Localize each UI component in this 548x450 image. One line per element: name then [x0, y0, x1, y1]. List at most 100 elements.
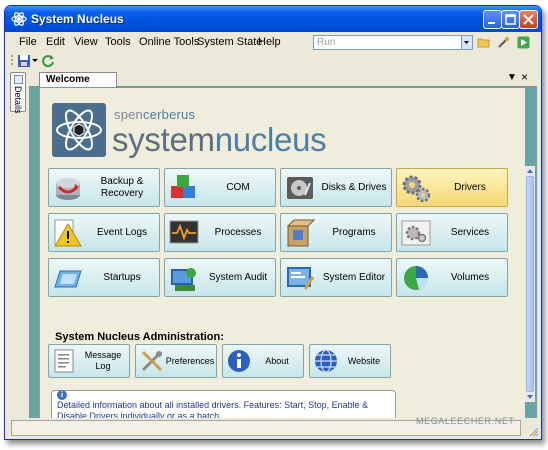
- disks-drives-label: Disks & Drives: [321, 181, 387, 193]
- system-nucleus-logo-icon: [52, 103, 106, 157]
- resize-grip-icon[interactable]: [529, 427, 539, 437]
- app-atom-icon: [11, 12, 27, 26]
- disks-drives-button[interactable]: Disks & Drives: [280, 168, 392, 207]
- menu-tools[interactable]: Tools: [105, 36, 131, 48]
- preferences-tools-icon: [141, 350, 163, 372]
- info-icon: [228, 350, 250, 372]
- run-dropdown-button[interactable]: [461, 36, 472, 49]
- drivers-button[interactable]: Drivers: [396, 168, 508, 207]
- menu-help[interactable]: Help: [258, 36, 281, 48]
- details-side-panel: Details: [9, 70, 29, 420]
- tab-close-button[interactable]: ×: [521, 70, 528, 84]
- startups-button[interactable]: Startups: [48, 258, 160, 297]
- brand-systemnucleus: systemnucleus: [112, 121, 327, 159]
- menu-system-state[interactable]: System State: [197, 36, 262, 48]
- toolbar: [5, 52, 541, 70]
- run-input[interactable]: Run: [313, 35, 473, 50]
- info-badge-icon: i: [57, 390, 67, 400]
- minimize-icon: [488, 22, 495, 24]
- tab-strip: Welcome Center ▼ ×: [29, 70, 537, 98]
- preferences-button[interactable]: Preferences: [135, 344, 217, 378]
- folder-icon[interactable]: [477, 36, 490, 49]
- event-logs-label: Event Logs: [96, 226, 148, 238]
- com-label: COM: [226, 181, 250, 193]
- drivers-label: Drivers: [454, 181, 486, 193]
- tab-list-dropdown[interactable]: ▼: [507, 72, 517, 83]
- warning-icon: [54, 219, 82, 247]
- tab-welcome-center[interactable]: Welcome Center: [39, 72, 117, 98]
- maximize-button[interactable]: [501, 10, 520, 29]
- chevron-up-icon: [527, 169, 533, 173]
- minimize-button[interactable]: [483, 10, 502, 29]
- system-editor-label: System Editor: [322, 271, 386, 283]
- app-window: System Nucleus File Edit View Tools Onli…: [4, 5, 542, 440]
- save-dropdown-icon[interactable]: [32, 58, 38, 64]
- message-log-label: Message Log: [84, 350, 122, 371]
- details-tab-label: Details: [13, 86, 23, 114]
- maximize-icon: [505, 14, 516, 25]
- refresh-icon[interactable]: [41, 54, 55, 68]
- save-icon[interactable]: [17, 54, 31, 68]
- admin-section-title: System Nucleus Administration:: [55, 331, 224, 343]
- programs-label: Programs: [332, 226, 376, 238]
- system-editor-icon: [287, 267, 315, 290]
- scroll-up-button[interactable]: [525, 166, 535, 176]
- scroll-thumb[interactable]: [526, 176, 534, 392]
- close-button[interactable]: [519, 10, 538, 29]
- gears-icon: [402, 175, 431, 203]
- processes-label: Processes: [214, 226, 262, 238]
- about-label: About: [265, 355, 289, 366]
- chevron-down-icon: [464, 41, 469, 44]
- title-bar[interactable]: System Nucleus: [5, 6, 541, 32]
- system-audit-button[interactable]: System Audit: [164, 258, 276, 297]
- backup-recovery-label: Backup & Recovery: [100, 175, 144, 199]
- com-cubes-icon: [171, 175, 195, 198]
- details-icon: [14, 75, 23, 84]
- services-label: Services: [450, 226, 490, 238]
- brand-big-prefix: system: [112, 121, 215, 158]
- chevron-down-icon: [527, 395, 533, 399]
- startups-label: Startups: [103, 271, 141, 283]
- website-button[interactable]: Website: [309, 344, 391, 378]
- services-button[interactable]: Services: [396, 213, 508, 252]
- system-audit-label: System Audit: [208, 271, 268, 283]
- brand-spencerberus: spencerberus: [114, 107, 195, 122]
- message-log-icon: [54, 349, 74, 373]
- system-audit-icon: [171, 268, 196, 291]
- window-title: System Nucleus: [31, 12, 124, 26]
- document-area: Welcome Center ▼ × spencerberus systemnu…: [29, 70, 537, 434]
- globe-icon: [315, 349, 337, 373]
- menu-edit[interactable]: Edit: [46, 36, 65, 48]
- about-button[interactable]: About: [222, 344, 304, 378]
- watermark-text: MEGALEECHER.NET: [416, 416, 515, 426]
- details-tab[interactable]: Details: [10, 72, 26, 114]
- menu-file[interactable]: File: [19, 36, 37, 48]
- message-log-button[interactable]: Message Log: [48, 344, 130, 378]
- com-button[interactable]: COM: [164, 168, 276, 207]
- volumes-button[interactable]: Volumes: [396, 258, 508, 297]
- preferences-label: Preferences: [165, 355, 215, 366]
- backup-icon: [56, 178, 80, 200]
- menu-view[interactable]: View: [74, 36, 98, 48]
- vertical-scrollbar[interactable]: [525, 166, 535, 402]
- volumes-pie-icon: [404, 266, 428, 290]
- brand-small-suffix: cerberus: [143, 107, 196, 122]
- system-editor-button[interactable]: System Editor: [280, 258, 392, 297]
- startups-icon: [54, 270, 82, 288]
- programs-button[interactable]: Programs: [280, 213, 392, 252]
- menu-online-tools[interactable]: Online Tools: [139, 36, 199, 48]
- disk-drive-icon: [287, 177, 313, 199]
- close-icon: [523, 14, 534, 25]
- processes-button[interactable]: Processes: [164, 213, 276, 252]
- processes-monitor-icon: [169, 220, 199, 244]
- services-gears-icon: [401, 220, 431, 246]
- tools-icon[interactable]: [497, 36, 510, 49]
- run-go-icon[interactable]: [517, 36, 530, 49]
- scroll-down-button[interactable]: [525, 392, 535, 402]
- backup-recovery-button[interactable]: Backup & Recovery: [48, 168, 160, 207]
- website-label: Website: [347, 355, 381, 366]
- event-logs-button[interactable]: Event Logs: [48, 213, 160, 252]
- run-placeholder: Run: [317, 37, 336, 48]
- brand-big-suffix: nucleus: [214, 121, 327, 158]
- toolbar-grip-icon: [11, 55, 13, 65]
